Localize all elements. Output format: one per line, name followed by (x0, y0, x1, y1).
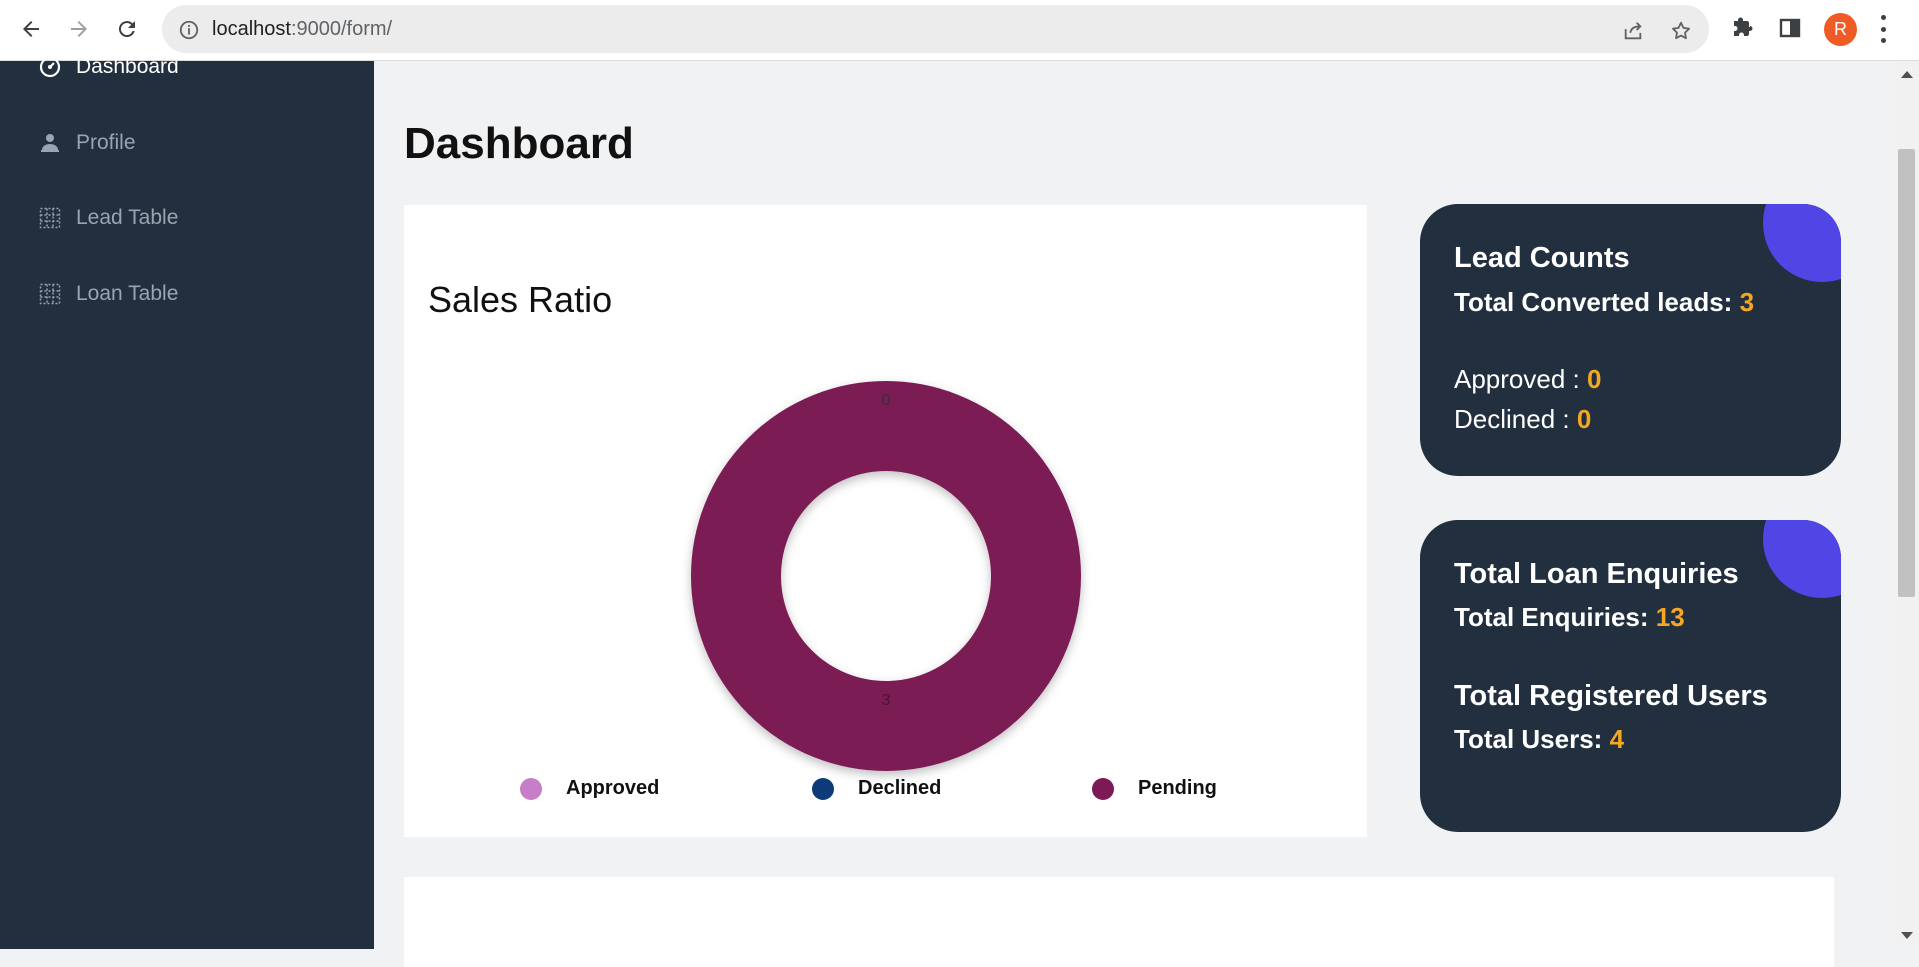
reload-icon (118, 21, 135, 38)
converted-leads-label: Total Converted leads: (1454, 287, 1740, 317)
menu-kebab-icon[interactable] (1878, 15, 1888, 43)
address-bar[interactable]: localhost:9000/form/ (162, 5, 1709, 53)
legend-label: Declined (858, 777, 942, 799)
decorative-corner-circle (1763, 204, 1841, 282)
back-arrow-icon (23, 21, 39, 37)
reload-button[interactable] (112, 14, 142, 44)
legend-swatch-declined (812, 777, 834, 800)
legend-swatch-pending (1092, 777, 1114, 800)
total-enquiries-label: Total Enquiries: (1454, 602, 1656, 632)
sidebar-item-label: Lead Table (76, 206, 179, 229)
extensions-button[interactable] (1729, 15, 1755, 41)
approved-label: Approved : (1454, 364, 1587, 394)
total-users-value: 4 (1609, 724, 1625, 754)
sidebar-item-dashboard[interactable]: Dashboard (38, 55, 179, 79)
total-users-label: Total Users: (1454, 724, 1610, 754)
legend-label: Pending (1138, 777, 1217, 799)
page-title: Dashboard (404, 119, 634, 168)
back-button[interactable] (16, 14, 46, 44)
decorative-corner-circle (1763, 520, 1841, 598)
sidebar: Dashboard Profile Lead Table Loan Table (0, 55, 374, 949)
forward-arrow-icon (71, 21, 87, 37)
legend-item-pending[interactable]: Pending (1092, 777, 1217, 800)
approved-value: 0 (1586, 364, 1602, 394)
grid-icon (39, 207, 61, 229)
browser-toolbar: localhost:9000/form/ R (0, 0, 1919, 61)
sidebar-item-label: Profile (76, 131, 136, 154)
sidebar-item-loan-table[interactable]: Loan Table (38, 282, 178, 306)
scroll-down-icon[interactable] (1901, 932, 1913, 939)
declined-label: Declined : (1454, 404, 1577, 434)
registered-users-heading: Total Registered Users (1454, 680, 1768, 712)
legend-item-approved[interactable]: Approved (520, 777, 659, 800)
page-scrollbar[interactable] (1894, 61, 1919, 949)
url-path: :9000/form/ (290, 18, 393, 40)
star-bookmark-icon[interactable] (1670, 20, 1692, 42)
approved-line: Approved : 0 (1454, 364, 1601, 395)
grid-icon (39, 283, 61, 305)
sidebar-item-lead-table[interactable]: Lead Table (38, 206, 178, 230)
puzzle-icon (1734, 17, 1753, 36)
sidebar-item-profile[interactable]: Profile (38, 131, 136, 155)
sales-ratio-donut-chart: 0 3 (691, 381, 1081, 771)
total-enquiries-line: Total Enquiries: 13 (1454, 602, 1685, 633)
data-label-bottom: 3 (882, 692, 891, 709)
loan-enquiries-card: Total Loan Enquiries Total Enquiries: 13… (1420, 520, 1841, 832)
forward-button[interactable] (64, 14, 94, 44)
sidebar-item-label: Dashboard (76, 55, 179, 78)
profile-icon (41, 134, 59, 152)
scroll-up-icon[interactable] (1901, 71, 1913, 78)
side-panel-button[interactable] (1777, 15, 1803, 41)
total-users-line: Total Users: 4 (1454, 724, 1624, 755)
dashboard-icon (39, 56, 61, 78)
converted-leads-line: Total Converted leads: 3 (1454, 287, 1754, 318)
legend-swatch-approved (520, 777, 542, 800)
data-label-top: 0 (882, 392, 891, 409)
legend-label: Approved (566, 777, 660, 799)
declined-value: 0 (1576, 404, 1592, 434)
share-icon[interactable] (1622, 20, 1644, 42)
lead-counts-card: Lead Counts Total Converted leads: 3 App… (1420, 204, 1841, 476)
total-enquiries-value: 13 (1655, 602, 1685, 632)
sales-ratio-card: Sales Ratio 0 3 Approved Declined Pendin… (404, 205, 1367, 837)
converted-leads-value: 3 (1739, 287, 1755, 317)
loan-enquiries-heading: Total Loan Enquiries (1454, 558, 1739, 590)
main-content: Dashboard Sales Ratio 0 3 Approved Decli… (374, 61, 1894, 967)
lead-counts-heading: Lead Counts (1454, 242, 1630, 274)
site-info-icon[interactable] (178, 19, 200, 41)
scrollbar-thumb[interactable] (1898, 149, 1915, 597)
side-panel-icon (1779, 18, 1801, 38)
url-text: localhost:9000/form/ (212, 18, 392, 41)
profile-avatar[interactable]: R (1824, 13, 1857, 46)
legend-item-declined[interactable]: Declined (812, 777, 941, 800)
url-host: localhost (212, 18, 291, 40)
lower-content-card (404, 877, 1834, 967)
declined-line: Declined : 0 (1454, 404, 1591, 435)
sidebar-item-label: Loan Table (76, 282, 179, 305)
donut-slice-pending[interactable] (691, 381, 1081, 771)
